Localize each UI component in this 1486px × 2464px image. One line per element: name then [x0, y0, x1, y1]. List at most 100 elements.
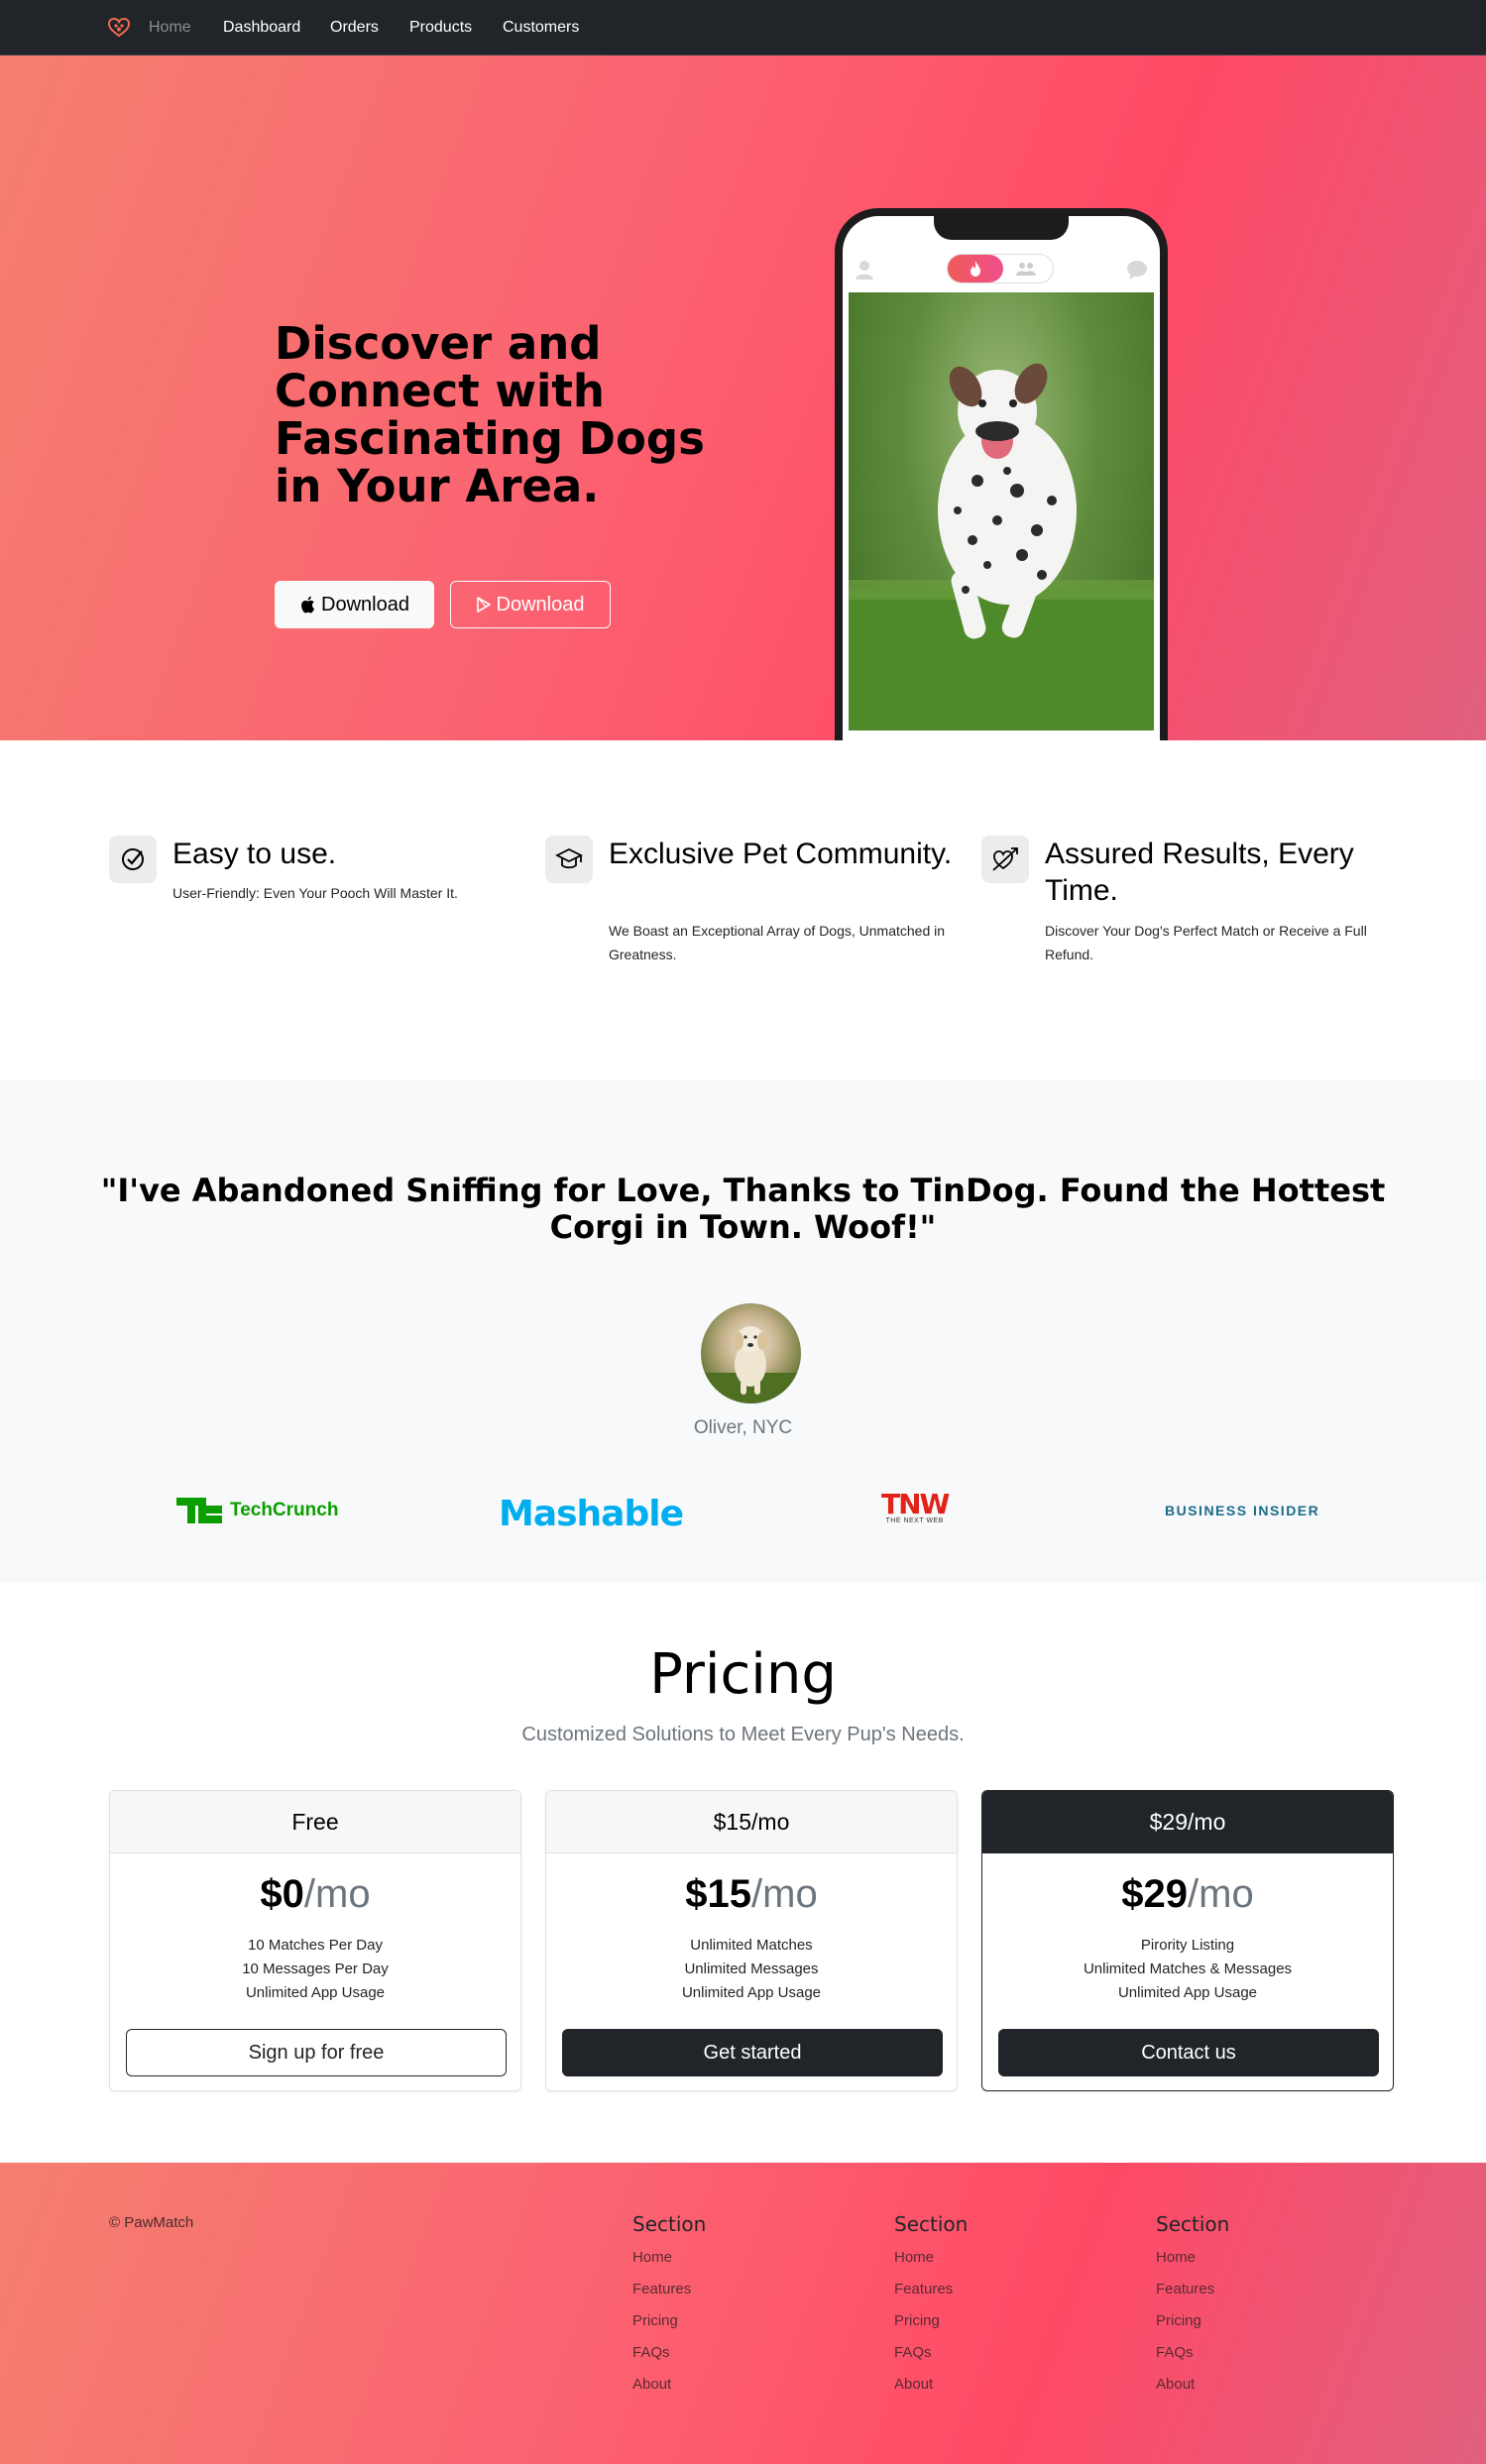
card-price: $15/mo	[546, 1870, 957, 1918]
card-price: $0/mo	[110, 1870, 520, 1918]
hero-section: Discover and Connect with Fascinating Do…	[0, 56, 1486, 740]
footer-link-about[interactable]: About	[632, 2369, 831, 2401]
nav-customers-link[interactable]: Customers	[503, 19, 579, 37]
pricing-card-free: Free $0/mo 10 Matches Per Day 10 Message…	[109, 1790, 521, 2091]
pricing-card-15: $15/mo $15/mo Unlimited Matches Unlimite…	[545, 1790, 958, 2091]
heart-paw-icon[interactable]	[108, 18, 130, 38]
flame-icon	[971, 261, 980, 277]
footer-column-title: Section	[632, 2212, 707, 2236]
pricing-subtitle: Customized Solutions to Meet Every Pup's…	[521, 1724, 965, 1745]
testimonial-quote: "I've Abandoned Sniffing for Love, Thank…	[100, 1172, 1386, 1246]
download-app-store-button[interactable]: Download	[275, 581, 434, 628]
footer-link-features[interactable]: Features	[632, 2274, 831, 2305]
card-header: Free	[110, 1791, 520, 1853]
footer-link-home[interactable]: Home	[632, 2242, 831, 2274]
footer-link-faqs[interactable]: FAQs	[1156, 2337, 1354, 2369]
hero-title: Discover and Connect with Fascinating Do…	[275, 317, 705, 512]
feature-item: Unlimited App Usage	[681, 1984, 822, 2001]
phone-mockup: ↺ ✕ ⚡ ♥ ★	[835, 208, 1168, 740]
card-features: 10 Matches Per Day 10 Messages Per Day U…	[110, 1934, 520, 2005]
swipe-actions-bar: ↺ ✕ ⚡ ♥ ★	[843, 738, 1160, 740]
footer-link-faqs[interactable]: FAQs	[632, 2337, 831, 2369]
phone-notch	[934, 216, 1069, 240]
tnw-logo: TNW THE NEXT WEB	[881, 1488, 950, 1525]
business-insider-wordmark: BUSINESS INSIDER	[1165, 1503, 1320, 1518]
contact-us-button[interactable]: Contact us	[998, 2029, 1379, 2076]
feature-title: Easy to use.	[172, 838, 337, 870]
get-started-button[interactable]: Get started	[562, 2029, 943, 2076]
footer-link-about[interactable]: About	[894, 2369, 1092, 2401]
top-navbar: Home Dashboard Orders Products Customers	[0, 0, 1486, 56]
tnw-subtitle: THE NEXT WEB	[885, 1517, 944, 1524]
download-google-play-label: Download	[496, 593, 585, 616]
feature-item: Unlimited App Usage	[1117, 1984, 1258, 2001]
footer-link-pricing[interactable]: Pricing	[1156, 2305, 1354, 2337]
dog-profile-photo	[849, 292, 1154, 730]
feature-item: 10 Messages Per Day	[242, 1960, 389, 1977]
feature-item: Unlimited App Usage	[245, 1984, 386, 2001]
card-price: $29/mo	[982, 1870, 1393, 1918]
footer-link-about[interactable]: About	[1156, 2369, 1354, 2401]
dalmatian-image	[849, 363, 1154, 730]
google-play-icon	[476, 597, 491, 613]
price-period: /mo	[303, 1872, 371, 1916]
tnw-wordmark: TNW	[881, 1488, 950, 1520]
chat-icon	[1127, 261, 1147, 280]
techcrunch-wordmark: TechCrunch	[230, 1500, 339, 1520]
price-amount: $15	[685, 1872, 752, 1916]
feature-title: Assured Results, Every Time.	[1045, 838, 1354, 907]
apple-icon	[301, 596, 315, 614]
footer-link-features[interactable]: Features	[1156, 2274, 1354, 2305]
business-insider-logo: BUSINESS INSIDER	[1165, 1503, 1319, 1518]
testimonial-section: "I've Abandoned Sniffing for Love, Thank…	[0, 1079, 1486, 1583]
sign-up-free-button[interactable]: Sign up for free	[126, 2029, 507, 2076]
copyright: © PawMatch	[109, 2214, 194, 2231]
feature-text: User-Friendly: Even Your Pooch Will Mast…	[172, 885, 458, 901]
price-amount: $0	[260, 1872, 304, 1916]
phone-screen: ↺ ✕ ⚡ ♥ ★	[843, 216, 1160, 740]
card-header: $29/mo	[982, 1791, 1393, 1853]
feature-item: Unlimited Matches	[690, 1937, 813, 1954]
nav-products-link[interactable]: Products	[409, 19, 472, 37]
footer-column: Section Home Features Pricing FAQs About	[894, 2212, 1092, 2401]
card-features: Unlimited Matches Unlimited Messages Unl…	[546, 1934, 957, 2005]
group-icon	[1016, 263, 1036, 276]
graduation-cap-icon	[545, 836, 593, 883]
feature-item: Unlimited Matches & Messages	[1083, 1960, 1293, 1977]
price-period: /mo	[1188, 1872, 1254, 1916]
card-header: $15/mo	[546, 1791, 957, 1853]
techcrunch-logo: TechCrunch	[176, 1498, 338, 1523]
download-app-store-label: Download	[321, 593, 409, 616]
avatar	[701, 1303, 801, 1403]
nav-dashboard-link[interactable]: Dashboard	[223, 19, 300, 37]
pricing-card-29: $29/mo $29/mo Pirority Listing Unlimited…	[981, 1790, 1394, 2091]
feature-item: Pirority Listing	[1140, 1937, 1235, 1954]
puppy-avatar-image	[701, 1326, 801, 1403]
nav-orders-link[interactable]: Orders	[330, 19, 379, 37]
feature-text: Discover Your Dog's Perfect Match or Rec…	[1045, 923, 1367, 962]
feature-item: 10 Matches Per Day	[248, 1937, 383, 1954]
footer-column: Section Home Features Pricing FAQs About	[632, 2212, 831, 2401]
nav-home-link[interactable]: Home	[149, 19, 191, 37]
download-google-play-button[interactable]: Download	[450, 581, 611, 628]
footer: © PawMatch Section Home Features Pricing…	[0, 2163, 1486, 2464]
techcrunch-mark-icon	[176, 1498, 222, 1523]
flame-toggle-active	[948, 255, 1003, 282]
price-period: /mo	[751, 1872, 818, 1916]
footer-link-faqs[interactable]: FAQs	[894, 2337, 1092, 2369]
feature-text: We Boast an Exceptional Array of Dogs, U…	[609, 923, 946, 962]
discover-toggle	[947, 254, 1054, 283]
feature-item: Unlimited Messages	[684, 1960, 819, 1977]
footer-link-home[interactable]: Home	[894, 2242, 1092, 2274]
footer-link-home[interactable]: Home	[1156, 2242, 1354, 2274]
footer-link-features[interactable]: Features	[894, 2274, 1092, 2305]
feature-title: Exclusive Pet Community.	[609, 838, 953, 870]
footer-column-title: Section	[1156, 2212, 1230, 2236]
testimonial-author: Oliver, NYC	[693, 1417, 793, 1438]
check-circle-icon	[109, 836, 157, 883]
footer-column: Section Home Features Pricing FAQs About	[1156, 2212, 1354, 2401]
footer-link-pricing[interactable]: Pricing	[894, 2305, 1092, 2337]
footer-link-pricing[interactable]: Pricing	[632, 2305, 831, 2337]
price-amount: $29	[1121, 1872, 1189, 1916]
profile-icon	[856, 261, 873, 280]
